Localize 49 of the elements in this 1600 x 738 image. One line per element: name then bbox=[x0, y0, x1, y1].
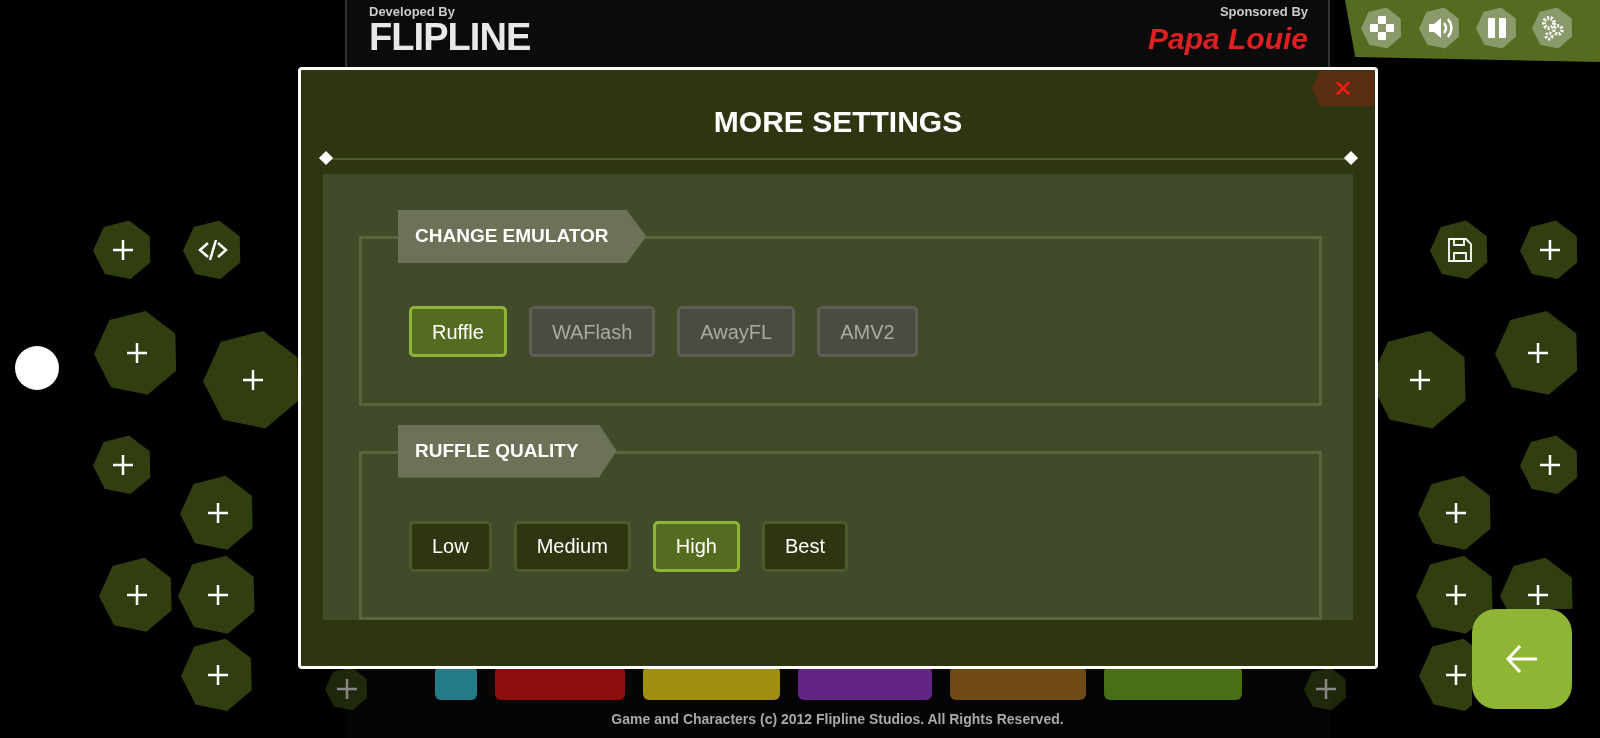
plus-icon bbox=[1408, 368, 1432, 392]
copyright-text: Game and Characters (c) 2012 Flipline Studios. All Rights Reserved. bbox=[611, 710, 1064, 729]
control-button[interactable] bbox=[325, 667, 369, 711]
option-button[interactable]: High bbox=[652, 520, 740, 572]
banner-caption: Sponsored By bbox=[1219, 5, 1308, 18]
plus-icon bbox=[1538, 238, 1562, 262]
developer-logo-text: FLIPLINE bbox=[369, 18, 531, 58]
plus-icon bbox=[1444, 501, 1468, 525]
plus-icon bbox=[1314, 677, 1338, 701]
dialog-title: MORE SETTINGS bbox=[713, 103, 963, 140]
plus-icon bbox=[1538, 453, 1562, 477]
pause-icon bbox=[1488, 18, 1506, 38]
control-button[interactable] bbox=[183, 220, 243, 280]
plus-icon bbox=[335, 677, 359, 701]
volume-icon bbox=[1429, 17, 1453, 39]
plus-icon bbox=[1526, 583, 1550, 607]
control-button[interactable] bbox=[1520, 220, 1580, 280]
back-arrow-icon bbox=[1505, 644, 1539, 674]
option-button[interactable]: Medium bbox=[513, 520, 631, 572]
plus-icon bbox=[1444, 583, 1468, 607]
control-button[interactable] bbox=[93, 220, 153, 280]
plus-icon bbox=[206, 663, 230, 687]
plus-icon bbox=[1526, 341, 1550, 365]
plus-icon bbox=[125, 341, 149, 365]
option-button[interactable]: Low bbox=[409, 520, 492, 572]
plus-icon bbox=[125, 583, 149, 607]
plus-icon bbox=[111, 453, 135, 477]
control-button[interactable] bbox=[1430, 220, 1490, 280]
sponsor-logo-text: Papa Louie bbox=[1147, 24, 1308, 54]
option-button[interactable]: Ruffle bbox=[409, 306, 507, 357]
section-label: CHANGE EMULATOR bbox=[398, 210, 647, 263]
control-button[interactable] bbox=[93, 435, 153, 495]
control-button[interactable] bbox=[1500, 557, 1576, 609]
control-button[interactable] bbox=[1419, 638, 1472, 712]
option-button[interactable]: Best bbox=[762, 520, 848, 572]
settings-icon bbox=[1542, 16, 1564, 41]
plus-icon bbox=[206, 501, 230, 525]
save-icon bbox=[1448, 238, 1472, 262]
gamepad-icon bbox=[1370, 16, 1394, 40]
plus-icon bbox=[241, 368, 265, 392]
plus-icon bbox=[206, 583, 230, 607]
back-button[interactable] bbox=[1472, 609, 1572, 709]
plus-icon bbox=[1444, 663, 1468, 687]
section-label: RUFFLE QUALITY bbox=[398, 424, 617, 478]
control-button[interactable] bbox=[1304, 667, 1348, 711]
code-icon bbox=[198, 238, 228, 262]
banner-caption: Developed By bbox=[369, 5, 456, 18]
plus-icon bbox=[111, 238, 135, 262]
control-button[interactable] bbox=[1520, 435, 1580, 495]
